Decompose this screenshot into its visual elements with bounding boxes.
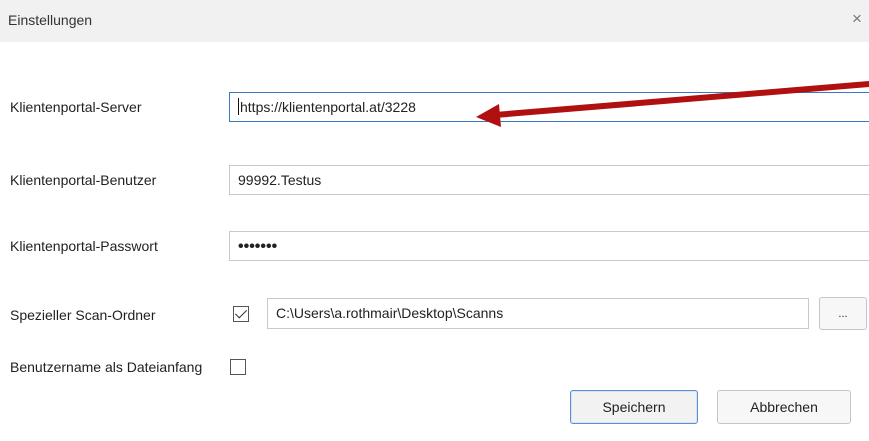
cancel-button[interactable]: Abbrechen bbox=[717, 390, 851, 424]
close-icon[interactable]: × bbox=[852, 9, 862, 29]
browse-button[interactable]: ... bbox=[819, 297, 867, 330]
dialog-title: Einstellungen bbox=[8, 12, 93, 28]
password-label: Klientenportal-Passwort bbox=[10, 238, 158, 254]
scan-folder-checkbox[interactable] bbox=[233, 306, 249, 322]
scan-folder-input-value: C:\Users\a.rothmair\Desktop\Scanns bbox=[276, 305, 504, 321]
text-caret bbox=[238, 98, 239, 115]
filename-prefix-checkbox[interactable] bbox=[230, 359, 246, 375]
title-bar: Einstellungen × bbox=[0, 0, 869, 42]
filename-prefix-label: Benutzername als Dateianfang bbox=[10, 359, 203, 375]
user-input-value: 99992.Testus bbox=[238, 172, 322, 188]
scan-folder-input[interactable]: C:\Users\a.rothmair\Desktop\Scanns bbox=[267, 298, 809, 329]
server-label: Klientenportal-Server bbox=[10, 99, 142, 115]
user-label: Klientenportal-Benutzer bbox=[10, 172, 157, 188]
user-input[interactable]: 99992.Testus bbox=[229, 165, 869, 195]
scan-folder-label: Spezieller Scan-Ordner bbox=[10, 307, 156, 323]
password-input-value: ••••••• bbox=[238, 238, 278, 255]
save-button[interactable]: Speichern bbox=[570, 390, 698, 424]
server-input[interactable]: https://klientenportal.at/3228 bbox=[229, 92, 869, 122]
password-input[interactable]: ••••••• bbox=[229, 231, 869, 261]
server-input-value: https://klientenportal.at/3228 bbox=[240, 99, 416, 115]
